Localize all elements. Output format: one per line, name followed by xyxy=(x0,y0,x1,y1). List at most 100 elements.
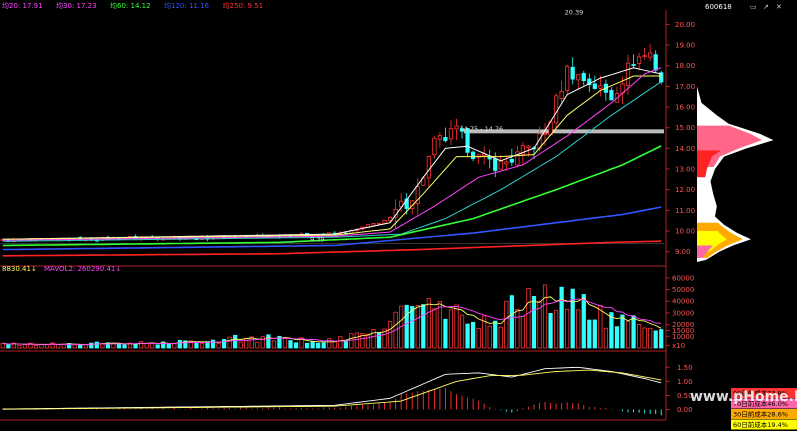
volume-bar xyxy=(0,342,5,349)
volume-bar xyxy=(255,341,260,349)
volume-bar xyxy=(177,339,182,349)
price-label-1: 14.75 - 14.76 xyxy=(460,125,504,133)
volume-bar xyxy=(515,308,520,349)
volume-bar xyxy=(260,336,265,349)
volume-bar xyxy=(304,342,310,349)
candle-body xyxy=(553,95,559,124)
volume-bar xyxy=(410,306,415,349)
vol-tick-label-2: 40000 xyxy=(672,298,694,306)
volume-bar xyxy=(659,329,664,349)
price-label-0: 20.39 xyxy=(565,8,584,16)
volume-bar xyxy=(570,288,575,349)
volume-bar xyxy=(603,327,609,349)
price-tick-label-3: 17.00 xyxy=(675,83,695,91)
volume-bar xyxy=(487,325,492,349)
volume-bar xyxy=(426,298,431,349)
candle-body xyxy=(432,137,437,156)
volume-bar xyxy=(216,343,221,349)
price-tick-label-4: 16.00 xyxy=(675,104,695,112)
volume-bar xyxy=(55,344,61,349)
volume-bar xyxy=(653,330,658,349)
macd-tick-label-0: 1.50 xyxy=(677,364,693,372)
volume-bar xyxy=(404,304,409,349)
volume-bar xyxy=(155,344,160,349)
candle-body xyxy=(653,54,658,71)
volume-bar xyxy=(576,309,581,349)
volume-bar xyxy=(17,344,22,349)
volume-bar xyxy=(194,342,199,349)
volume-bar xyxy=(44,344,50,349)
candle-body xyxy=(443,137,448,142)
volume-bar xyxy=(465,323,470,349)
volume-bar xyxy=(625,320,631,349)
volume-bar xyxy=(614,326,620,349)
volume-bar xyxy=(443,318,448,349)
volume-bar xyxy=(559,286,564,349)
cost-legend-label-3: 60日前成本19.4% xyxy=(733,420,788,429)
volume-bar xyxy=(293,342,299,349)
price-tick-label-1: 19.00 xyxy=(675,42,695,50)
volume-bar xyxy=(476,328,481,349)
candle-body xyxy=(509,158,514,163)
vol-tick-label-3: 30000 xyxy=(672,309,694,317)
candle-body xyxy=(448,128,454,140)
candle-body xyxy=(426,156,431,179)
volume-bar xyxy=(22,344,28,349)
volume-bar xyxy=(144,342,149,349)
minimize-icon[interactable]: ▭ xyxy=(750,3,757,11)
candle-body xyxy=(526,145,531,149)
volume-bar xyxy=(504,300,509,349)
volume-bar xyxy=(310,341,315,349)
volume-bar xyxy=(542,284,548,349)
close-icon[interactable]: ✕ xyxy=(776,3,782,11)
vol-legend-item-1: MAVOL2: 260290.41↓ xyxy=(44,265,121,273)
volume-bar xyxy=(327,338,332,349)
volume-bar xyxy=(338,336,343,349)
candle-body xyxy=(609,90,614,101)
candle-body xyxy=(493,158,498,171)
price-tick-label-10: 10.00 xyxy=(675,228,695,236)
price-tick-label-11: 9.00 xyxy=(675,248,691,256)
volume-bar xyxy=(498,326,503,349)
cost-legend-label-2: 30日前成本28.6% xyxy=(733,410,788,419)
arrow-icon[interactable]: ↗ xyxy=(763,3,769,11)
price-tick-label-2: 18.00 xyxy=(675,62,695,70)
macd-tick-label-3: 0.00 xyxy=(677,406,693,414)
price-label-2: 9.39 xyxy=(310,236,324,244)
ma-legend: 均20: 17.91 均30: 17.23 均60: 14.12 均120: 11.1… xyxy=(2,1,263,10)
volume-bar xyxy=(520,316,526,349)
volume-bar xyxy=(415,305,420,349)
volume-bar xyxy=(233,334,238,349)
candle-body xyxy=(498,160,503,170)
volume-bar xyxy=(581,294,586,349)
volume-bar xyxy=(83,344,88,349)
volume-bar xyxy=(470,321,476,349)
candle-body xyxy=(625,62,631,86)
volume-bar xyxy=(354,332,360,349)
volume-bar xyxy=(321,342,326,349)
volume-bar xyxy=(454,304,459,349)
volume-bar xyxy=(553,310,559,349)
volume-bar xyxy=(111,343,116,349)
price-tick-label-8: 12.00 xyxy=(675,186,695,194)
candle-body xyxy=(642,55,647,57)
candle-body xyxy=(437,135,443,140)
volume-bar xyxy=(72,344,77,349)
volume-bar xyxy=(349,333,354,349)
volume-bar xyxy=(221,339,227,349)
watermark: www.pHome.NET xyxy=(690,389,797,405)
volume-bar xyxy=(526,288,531,349)
macd-tick-label-1: 1.00 xyxy=(677,378,693,386)
price-tick-label-7: 13.00 xyxy=(675,166,695,174)
volume-bar xyxy=(565,308,570,349)
vol-tick-label-0: 60000 xyxy=(672,274,694,282)
volume-bar xyxy=(199,343,205,349)
volume-bar xyxy=(598,304,603,349)
candle-body xyxy=(648,52,653,58)
candle-body xyxy=(504,161,509,165)
ma-legend-item-0: 均20: 17.91 xyxy=(2,1,43,10)
volume-bar xyxy=(642,327,647,349)
candle-body xyxy=(631,64,636,66)
volume-bar xyxy=(459,314,465,349)
candle-body xyxy=(382,219,387,224)
